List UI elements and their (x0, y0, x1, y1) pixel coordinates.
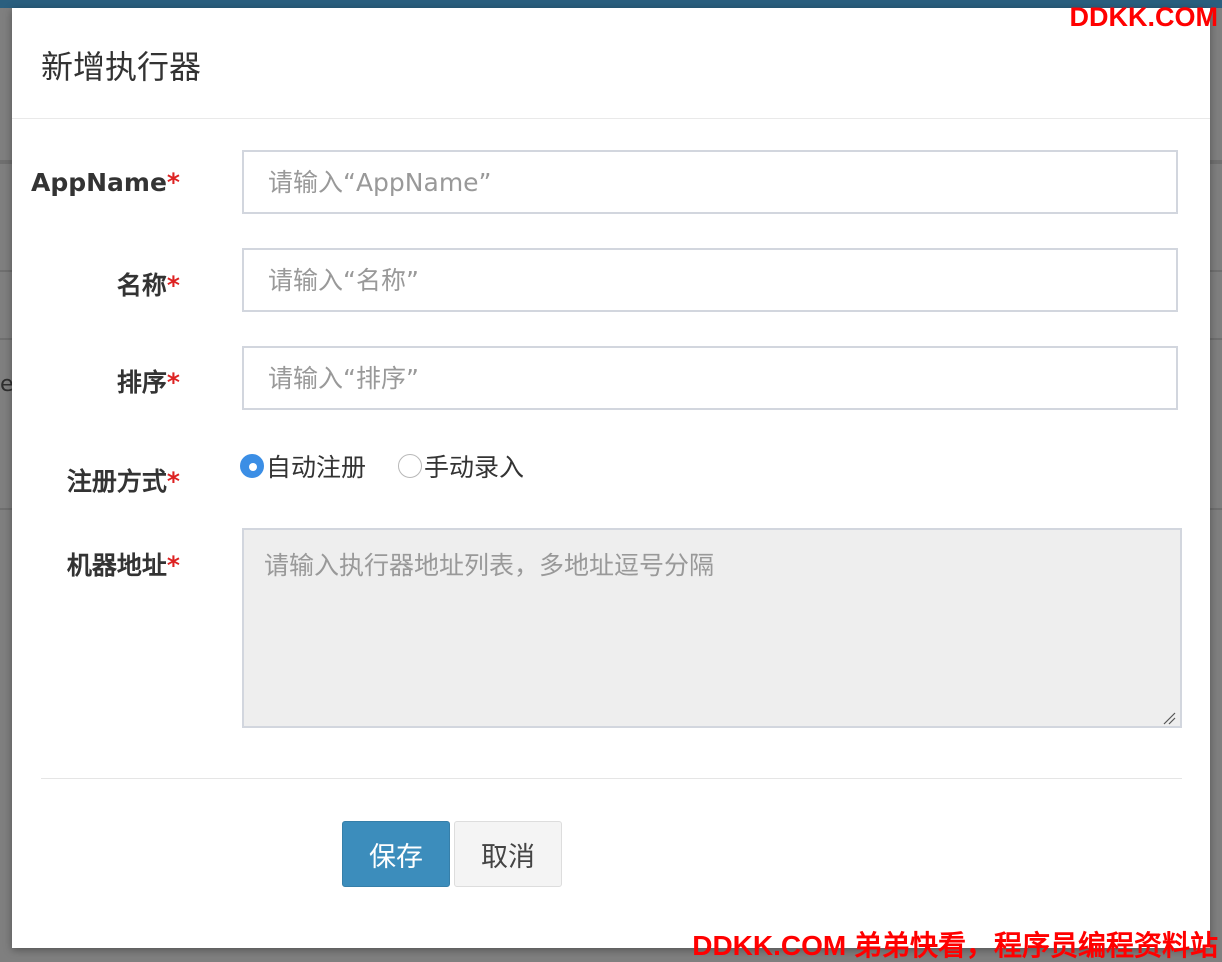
title-input[interactable] (242, 248, 1178, 312)
watermark-bottom: DDKK.COM 弟弟快看，程序员编程资料站 (692, 930, 1218, 961)
address-list-textarea[interactable] (242, 528, 1182, 728)
address-list-label-text: 机器地址 (66, 551, 167, 580)
modal-header: 新增执行器 (12, 8, 1210, 119)
modal-title: 新增执行器 (41, 48, 202, 86)
address-list-label: 机器地址* (12, 546, 180, 582)
required-mark: * (166, 168, 180, 197)
resize-grip-icon[interactable] (1162, 711, 1176, 725)
cancel-button[interactable]: 取消 (454, 821, 562, 887)
radio-auto-register[interactable]: 自动注册 (240, 448, 366, 484)
order-input[interactable] (242, 346, 1178, 410)
required-mark: * (166, 368, 180, 397)
title-label-text: 名称 (116, 271, 167, 300)
address-type-label-text: 注册方式 (66, 467, 167, 496)
appname-input[interactable] (242, 150, 1178, 214)
radio-unchecked-icon[interactable] (398, 454, 423, 478)
watermark-top: DDKK.COM (1069, 2, 1219, 32)
backdrop-topbar (0, 0, 1222, 8)
address-type-radio-group: 自动注册 手动录入 (240, 448, 556, 484)
appname-label: AppName* (12, 168, 180, 197)
add-executor-modal: 新增执行器 AppName* 名称* 排序* 注册方式* 自动注册 手动录入 机… (12, 8, 1210, 948)
radio-auto-register-label: 自动注册 (266, 453, 367, 482)
radio-manual-entry[interactable]: 手动录入 (398, 448, 524, 484)
required-mark: * (166, 271, 180, 300)
order-label: 排序* (12, 363, 180, 399)
required-mark: * (166, 467, 180, 496)
appname-label-text: AppName (30, 168, 167, 197)
title-label: 名称* (12, 266, 180, 302)
radio-checked-icon[interactable] (240, 454, 264, 478)
footer-divider (41, 778, 1182, 779)
address-type-label: 注册方式* (12, 462, 180, 498)
save-button[interactable]: 保存 (342, 821, 450, 887)
required-mark: * (166, 551, 180, 580)
order-label-text: 排序 (116, 368, 167, 397)
radio-manual-entry-label: 手动录入 (424, 453, 525, 482)
